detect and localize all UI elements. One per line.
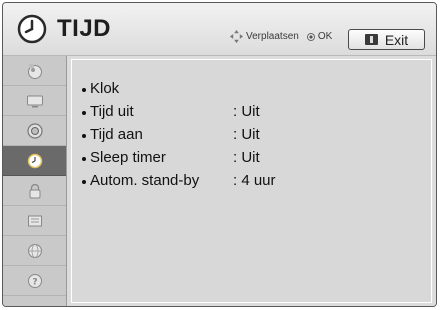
bullet [82, 133, 86, 138]
picture-icon [27, 63, 42, 79]
menu-item-label: Tijd aan [90, 125, 143, 143]
bullet [82, 110, 86, 115]
menu-item-label: Klok [90, 79, 120, 97]
bullet [82, 156, 86, 161]
bullet [82, 87, 86, 92]
sidebar-item-time[interactable] [3, 146, 66, 176]
sidebar-item-network[interactable] [3, 236, 66, 266]
bullet [82, 179, 86, 184]
exit-label: Exit [384, 31, 409, 48]
exit-key-icon [364, 34, 378, 45]
menu-item-value: : Uit [233, 148, 260, 166]
page-title: TIJD [57, 15, 112, 42]
menu-item-value: : Uit [233, 125, 260, 143]
ok-hint-label: OK [317, 31, 333, 42]
menu-item-label: Tijd uit [90, 102, 134, 120]
menu-item-tijd-uit[interactable]: Tijd uit : Uit [82, 101, 260, 121]
menu-item-label: Sleep timer [90, 148, 166, 166]
audio-icon [26, 122, 43, 139]
sidebar-item-support[interactable]: ? [3, 266, 66, 296]
option-icon [27, 215, 42, 226]
menu-item-value: : Uit [233, 102, 260, 120]
exit-button[interactable]: Exit [348, 29, 425, 50]
support-icon: ? [27, 273, 42, 288]
menu-panel: Klok Tijd uit : Uit Tijd aan : Uit Sleep… [71, 59, 432, 303]
ok-button-icon [306, 32, 315, 41]
menu-item-auto-standby[interactable]: Autom. stand-by : 4 uur [82, 170, 276, 190]
sidebar-item-picture[interactable] [3, 56, 66, 86]
menu-item-tijd-aan[interactable]: Tijd aan : Uit [82, 124, 260, 144]
sidebar-item-audio[interactable] [3, 116, 66, 146]
sidebar-item-option[interactable] [3, 206, 66, 236]
menu-item-label: Autom. stand-by [90, 171, 200, 189]
menu-item-sleep-timer[interactable]: Sleep timer : Uit [82, 147, 260, 167]
sidebar-item-lock[interactable] [3, 176, 66, 206]
content-area: Klok Tijd uit : Uit Tijd aan : Uit Sleep… [67, 56, 436, 306]
nav-hint: Verplaatsen OK [229, 29, 332, 44]
menu-item-value: : 4 uur [233, 171, 276, 189]
move-arrows-icon [229, 29, 244, 44]
category-sidebar: ? [3, 56, 67, 306]
network-icon [27, 243, 42, 258]
header-bar: TIJD Verplaatsen OK Exit [3, 3, 436, 56]
sidebar-item-tv[interactable] [3, 86, 66, 116]
svg-text:?: ? [32, 277, 37, 287]
clock-icon [17, 14, 47, 44]
time-icon [27, 153, 42, 168]
lock-icon [29, 183, 40, 198]
nav-hint-label: Verplaatsen [246, 31, 299, 42]
settings-window: TIJD Verplaatsen OK Exit ? Klok Tijd uit… [2, 2, 437, 307]
tv-icon [26, 95, 43, 107]
menu-item-klok[interactable]: Klok [82, 78, 233, 98]
